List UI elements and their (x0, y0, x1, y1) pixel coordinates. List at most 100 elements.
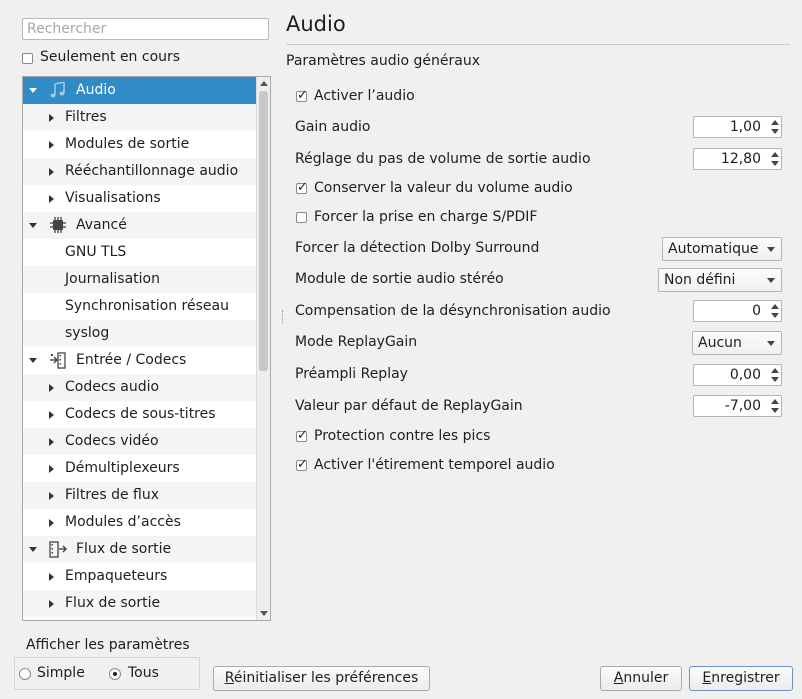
spin-down-icon[interactable] (771, 313, 779, 318)
tree-item-label: Empaqueteurs (65, 568, 168, 584)
collapse-arrow-icon[interactable] (49, 141, 54, 149)
time-stretch-checkbox[interactable] (296, 457, 308, 472)
tree-item[interactable]: Flux de sortie (23, 536, 257, 563)
cancel-label: nnuler (623, 670, 669, 686)
scroll-down-arrow-icon[interactable] (260, 611, 268, 616)
gain-value: 1,00 (729, 119, 761, 135)
spin-up-icon[interactable] (771, 304, 779, 309)
spin-up-icon[interactable] (771, 120, 779, 125)
volume-step-spinbox[interactable]: 12,80 (693, 148, 782, 170)
tree-item[interactable]: Modules d’accès (23, 509, 257, 536)
tree-scrollbar[interactable] (256, 77, 270, 620)
tree-item[interactable]: Modules de sortie (23, 131, 257, 158)
gain-spinbox[interactable]: 1,00 (693, 116, 782, 138)
replaygain-default-value: -7,00 (724, 398, 761, 414)
simple-label: Simple (37, 665, 85, 681)
tree-item[interactable]: Audio (23, 77, 257, 104)
spin-down-icon[interactable] (771, 161, 779, 166)
collapse-arrow-icon[interactable] (49, 168, 54, 176)
save-mnemonic: E (702, 670, 712, 686)
tree-item[interactable]: Synchronisation réseau (23, 293, 257, 320)
tree-item[interactable]: Filtres de flux (23, 482, 257, 509)
tree-item[interactable]: Codecs audio (23, 374, 257, 401)
tree-item[interactable]: Filtres (23, 104, 257, 131)
tree-item-label: Journalisation (65, 271, 160, 287)
force-spdif-checkbox[interactable] (296, 212, 307, 223)
collapse-arrow-icon[interactable] (49, 114, 54, 122)
collapse-arrow-icon[interactable] (49, 573, 54, 581)
peak-protection-label: Protection contre les pics (314, 428, 491, 444)
preamp-label: Préampli Replay (295, 366, 408, 382)
all-radio[interactable] (109, 668, 121, 680)
collapse-arrow-icon[interactable] (49, 600, 54, 608)
expand-arrow-icon[interactable] (29, 358, 37, 363)
scrollbar-thumb[interactable] (259, 91, 268, 371)
force-spdif-label: Forcer la prise en charge S/PDIF (314, 209, 538, 225)
expand-arrow-icon[interactable] (29, 547, 37, 552)
save-button[interactable]: Enregistrer (689, 666, 793, 691)
collapse-arrow-icon[interactable] (49, 411, 54, 419)
tree-item[interactable]: syslog (23, 320, 257, 347)
spin-up-icon[interactable] (771, 399, 779, 404)
only-current-checkbox[interactable] (22, 53, 33, 64)
replaygain-mode-select[interactable]: Aucun (692, 331, 782, 355)
cpu-chip-icon (49, 217, 67, 234)
tree-item[interactable]: Codecs de sous-titres (23, 401, 257, 428)
stereo-label: Module de sortie audio stéréo (295, 271, 504, 287)
tree-item-label: Audio (76, 82, 116, 98)
keep-volume-checkbox[interactable] (296, 180, 308, 195)
tree-item[interactable]: Flux de sortie (23, 590, 257, 617)
desync-spinbox[interactable]: 0 (693, 300, 782, 322)
spin-up-icon[interactable] (771, 152, 779, 157)
tree-item[interactable]: Rééchantillonnage audio (23, 158, 257, 185)
spin-down-icon[interactable] (771, 377, 779, 382)
tree-item[interactable]: Codecs vidéo (23, 428, 257, 455)
tree-item[interactable]: Démultiplexeurs (23, 455, 257, 482)
tree-item-label: Visualisations (65, 190, 161, 206)
dolby-label: Forcer la détection Dolby Surround (295, 240, 540, 256)
spin-up-icon[interactable] (771, 368, 779, 373)
tree-item[interactable]: GNU TLS (23, 239, 257, 266)
tree-item[interactable]: Journalisation (23, 266, 257, 293)
collapse-arrow-icon[interactable] (49, 384, 54, 392)
gain-label: Gain audio (295, 119, 371, 135)
splitter-handle[interactable] (282, 310, 285, 324)
cancel-button[interactable]: Annuler (600, 666, 682, 691)
volume-step-value: 12,80 (720, 151, 761, 167)
simple-radio[interactable] (19, 668, 31, 680)
collapse-arrow-icon[interactable] (49, 465, 54, 473)
tree-item[interactable]: Avancé (23, 212, 257, 239)
peak-protection-checkbox[interactable] (296, 428, 308, 443)
dolby-select[interactable]: Automatique (662, 237, 782, 261)
page-title: Audio (286, 12, 346, 36)
scroll-up-arrow-icon[interactable] (260, 81, 268, 86)
preamp-spinbox[interactable]: 0,00 (693, 364, 782, 386)
collapse-arrow-icon[interactable] (49, 519, 54, 527)
keep-volume-label: Conserver la valeur du volume audio (314, 180, 573, 196)
tree-item-label: Codecs de sous-titres (65, 406, 216, 422)
collapse-arrow-icon[interactable] (49, 195, 54, 203)
enable-audio-label: Activer l’audio (314, 88, 415, 104)
tree-item[interactable]: Empaqueteurs (23, 563, 257, 590)
reset-preferences-button[interactable]: Réinitialiser les préférences (213, 666, 430, 691)
enable-audio-checkbox[interactable] (296, 88, 308, 103)
replaygain-default-spinbox[interactable]: -7,00 (693, 395, 782, 417)
spin-down-icon[interactable] (771, 129, 779, 134)
expand-arrow-icon[interactable] (29, 223, 37, 228)
save-label: nregistrer (711, 670, 780, 686)
tree-item-label: Codecs vidéo (65, 433, 159, 449)
chevron-down-icon (767, 278, 775, 283)
category-tree[interactable]: Audio Filtres Modules de sortie Rééchantill… (22, 76, 271, 621)
search-input[interactable] (22, 18, 269, 40)
show-settings-label: Afficher les paramètres (26, 637, 190, 653)
tree-item[interactable]: Entrée / Codecs (23, 347, 257, 374)
spin-down-icon[interactable] (771, 408, 779, 413)
collapse-arrow-icon[interactable] (49, 492, 54, 500)
tree-item[interactable]: Visualisations (23, 185, 257, 212)
cancel-mnemonic: A (613, 670, 624, 686)
only-current-label: Seulement en cours (40, 49, 181, 65)
reset-label: éinitialiser les préférences (233, 670, 419, 686)
collapse-arrow-icon[interactable] (49, 438, 54, 446)
expand-arrow-icon[interactable] (29, 88, 37, 93)
stereo-select[interactable]: Non défini (658, 268, 782, 292)
